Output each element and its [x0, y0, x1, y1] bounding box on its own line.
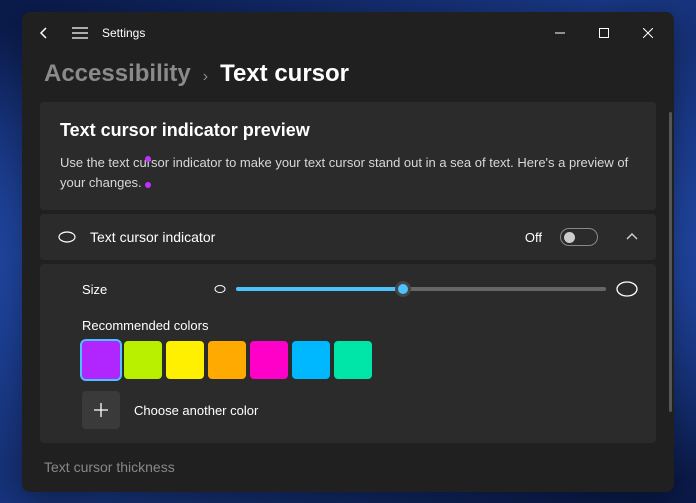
- choose-color-row: Choose another color: [82, 391, 638, 429]
- back-button[interactable]: [26, 15, 62, 51]
- size-row: Size: [58, 278, 638, 300]
- color-swatch[interactable]: [82, 341, 120, 379]
- menu-button[interactable]: [62, 15, 98, 51]
- preview-text: Use the text cursor indicator to make yo…: [60, 153, 636, 192]
- titlebar: Settings: [22, 12, 674, 54]
- text-cursor-indicator-row[interactable]: Text cursor indicator Off: [40, 214, 656, 260]
- preview-text-content: Use the text cursor indicator to make yo…: [60, 155, 628, 190]
- color-swatch[interactable]: [334, 341, 372, 379]
- choose-color-label: Choose another color: [134, 403, 258, 418]
- slider-thumb[interactable]: [395, 281, 411, 297]
- app-title: Settings: [102, 26, 145, 40]
- size-slider[interactable]: [236, 287, 606, 291]
- indicator-toggle[interactable]: [560, 228, 598, 246]
- toggle-state-text: Off: [525, 230, 542, 245]
- window-controls: [538, 17, 670, 49]
- indicator-options-card: Size Recommended colors Ch: [40, 264, 656, 443]
- colors-label: Recommended colors: [82, 318, 638, 333]
- color-swatch[interactable]: [124, 341, 162, 379]
- size-min-icon: [214, 283, 226, 295]
- breadcrumb: Accessibility › Text cursor: [22, 54, 674, 102]
- color-swatch[interactable]: [292, 341, 330, 379]
- scrollbar[interactable]: [669, 112, 672, 412]
- size-label: Size: [58, 282, 198, 297]
- cursor-icon: [58, 230, 76, 244]
- preview-card: Text cursor indicator preview Use the te…: [40, 102, 656, 210]
- size-max-icon: [616, 278, 638, 300]
- chevron-up-icon[interactable]: [626, 233, 638, 241]
- color-swatch[interactable]: [250, 341, 288, 379]
- next-section-heading: Text cursor thickness: [40, 447, 656, 475]
- content-scroll: Text cursor indicator preview Use the te…: [22, 102, 674, 492]
- color-swatches: [82, 341, 638, 379]
- minimize-button[interactable]: [538, 17, 582, 49]
- preview-title: Text cursor indicator preview: [60, 120, 636, 141]
- page-title: Text cursor: [220, 60, 349, 88]
- chevron-right-icon: ›: [203, 68, 208, 86]
- colors-section: Recommended colors Choose another color: [58, 318, 638, 429]
- maximize-button[interactable]: [582, 17, 626, 49]
- color-swatch[interactable]: [208, 341, 246, 379]
- add-color-button[interactable]: [82, 391, 120, 429]
- indicator-label: Text cursor indicator: [90, 229, 511, 245]
- breadcrumb-parent[interactable]: Accessibility: [44, 60, 191, 88]
- close-button[interactable]: [626, 17, 670, 49]
- settings-window: Settings Accessibility › Text cursor Tex…: [22, 12, 674, 492]
- color-swatch[interactable]: [166, 341, 204, 379]
- size-slider-wrap: [214, 278, 638, 300]
